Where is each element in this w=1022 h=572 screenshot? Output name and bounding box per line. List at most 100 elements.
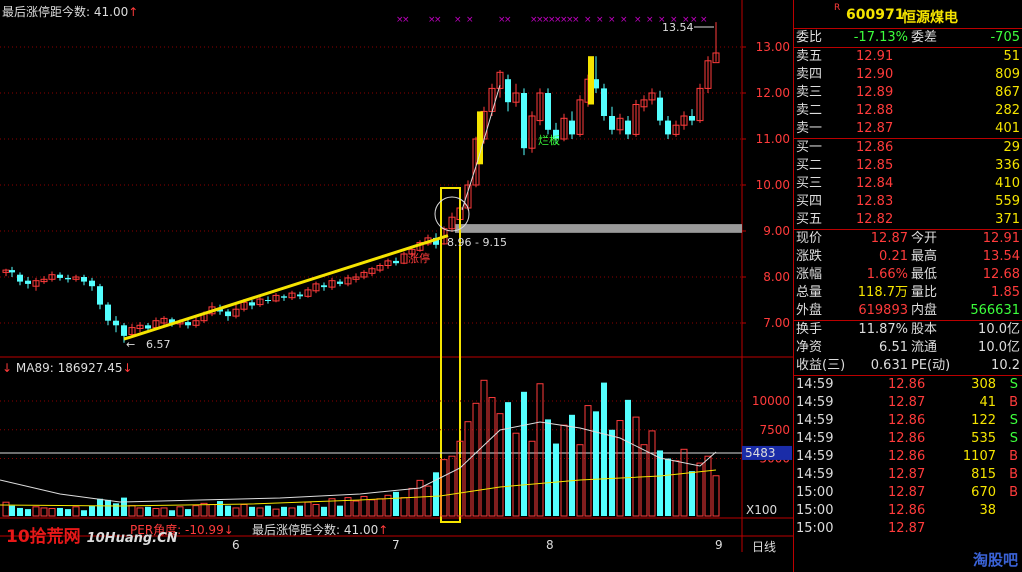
bid-price: 12.83: [856, 194, 894, 209]
brand-corner: 淘股吧: [972, 551, 1018, 569]
volume-bar-down: [145, 506, 151, 516]
quote-label: 现价: [796, 231, 823, 246]
bid-row[interactable]: 买二 12.85 336: [794, 157, 1022, 175]
trade-time: 14:59: [796, 395, 834, 410]
bid-price: 12.82: [856, 212, 894, 227]
candle-body-down: [97, 286, 103, 305]
marker-bar: [588, 56, 594, 105]
weibi-row: 委比 -17.13% 委差 -705: [794, 29, 1022, 48]
signal-marker: ×: [620, 15, 628, 25]
ask-label: 卖四: [796, 67, 823, 82]
candle-body-down: [265, 300, 271, 301]
bid-row[interactable]: 买一 12.86 29: [794, 139, 1022, 157]
volume-bar-down: [609, 429, 615, 516]
candle-body-down: [601, 88, 607, 116]
bid-row[interactable]: 买四 12.83 559: [794, 193, 1022, 211]
volume-bar-up: [464, 421, 472, 517]
volume-bar-down: [9, 505, 15, 516]
volume-bar-up: [416, 479, 424, 517]
stock-code: 600971: [846, 7, 905, 23]
fund-label: PE(动): [911, 358, 951, 373]
volume-bar-down: [105, 499, 111, 516]
quote-value: 13.54: [982, 249, 1020, 264]
trade-price: 12.86: [888, 503, 926, 518]
fund-label: 收益(三): [796, 358, 846, 373]
ask-row[interactable]: 卖四 12.90 809: [794, 66, 1022, 84]
signal-marker: ×: [572, 15, 580, 25]
volume-bar-up: [640, 444, 648, 517]
candle-body-down: [121, 325, 127, 336]
watermark-logo: 10拾荒网 10Huang.CN: [6, 522, 178, 547]
kline-chart-area[interactable]: 13.00 12.00 11.00 10.00 9.00 8.00 7.00 × × × × × × × ×…: [0, 0, 793, 572]
bid-row[interactable]: 买五 12.82 371: [794, 211, 1022, 229]
ask-row[interactable]: 卖一 12.87 401: [794, 120, 1022, 138]
ask-price: 12.88: [856, 103, 894, 118]
trade-time: 15:00: [796, 521, 834, 536]
candle-body-down: [185, 322, 191, 326]
candle-body-down: [65, 277, 71, 280]
price-tick-label: 10.00: [756, 178, 790, 192]
candle-body-down: [89, 280, 95, 287]
fund-label: 股本: [911, 322, 938, 337]
fund-label: 换手: [796, 322, 823, 337]
fund-value: 10.0亿: [978, 322, 1020, 337]
volume-bar-down: [689, 471, 695, 516]
bid-price: 12.85: [856, 158, 894, 173]
candle-body-down: [297, 294, 303, 297]
candle-body-down: [609, 116, 615, 130]
kline-chart-svg[interactable]: 13.00 12.00 11.00 10.00 9.00 8.00 7.00 × × × × × × × ×…: [0, 0, 793, 572]
bid-row[interactable]: 买三 12.84 410: [794, 175, 1022, 193]
ask-label: 卖三: [796, 85, 823, 100]
trade-price: 12.87: [888, 395, 926, 410]
candle-body-down: [689, 116, 695, 121]
volume-bar-down: [185, 509, 191, 516]
bid-volume: 336: [995, 158, 1020, 173]
trade-row: 14:59 12.86 122 S: [794, 412, 1022, 430]
candle-body-down: [17, 274, 23, 282]
volume-title-arrow: ↓: [122, 361, 133, 375]
volume-title: ↓ MA89: 186927.45↓: [2, 361, 133, 375]
date-label-9: 9: [715, 538, 723, 552]
volume-bar-down: [393, 491, 399, 516]
quote-label: 今开: [911, 231, 938, 246]
volume-multiplier: X100: [746, 503, 778, 517]
trade-volume: 1107: [962, 449, 996, 464]
ask-row[interactable]: 卖二 12.88 282: [794, 102, 1022, 120]
quote-value: 12.91: [982, 231, 1020, 246]
quote-value: 1.85: [991, 285, 1020, 300]
stock-header[interactable]: R 600971 恒源煤电: [794, 0, 1022, 29]
watermark-brand: 10拾荒网: [6, 527, 81, 547]
volume-bar-down: [169, 510, 175, 516]
candle-body-down: [569, 120, 575, 135]
volume-bar-down: [657, 450, 663, 516]
signal-marker: ×: [700, 15, 708, 25]
trade-volume: 670: [971, 485, 996, 500]
trade-time: 14:59: [796, 431, 834, 446]
quote-label: 涨幅: [796, 267, 823, 282]
volume-bar-up: [496, 413, 504, 517]
ask-row[interactable]: 卖三 12.89 867: [794, 84, 1022, 102]
trade-list[interactable]: 14:59 12.86 308 S 14:59 12.87 41 B 14:59 12.86 1…: [794, 376, 1022, 538]
weibi-label: 委比: [796, 30, 823, 45]
quote-value: 1.66%: [866, 267, 908, 282]
watermark-url: 10Huang.CN: [86, 531, 178, 546]
quote-label: 最高: [911, 249, 938, 264]
volume-bar-up: [424, 485, 432, 517]
high-label: 13.54: [662, 21, 694, 34]
trade-volume: 122: [971, 413, 996, 428]
candle-body-down: [25, 280, 31, 284]
period-selector[interactable]: 日线: [752, 538, 776, 555]
ask-row[interactable]: 卖五 12.91 51: [794, 48, 1022, 66]
volume-bar-down: [545, 419, 551, 516]
quote-label: 涨跌: [796, 249, 823, 264]
fund-value: 11.87%: [858, 322, 908, 337]
candle-body-down: [281, 296, 287, 298]
signal-marker: ×: [634, 15, 642, 25]
bid-label: 买三: [796, 176, 823, 191]
volume-bar-up: [672, 460, 680, 517]
trade-side: S: [1009, 377, 1018, 392]
fund-value: 10.2: [991, 358, 1020, 373]
volume-bar-up: [72, 506, 80, 517]
volume-bar-up: [40, 507, 48, 517]
trade-volume: 535: [971, 431, 996, 446]
